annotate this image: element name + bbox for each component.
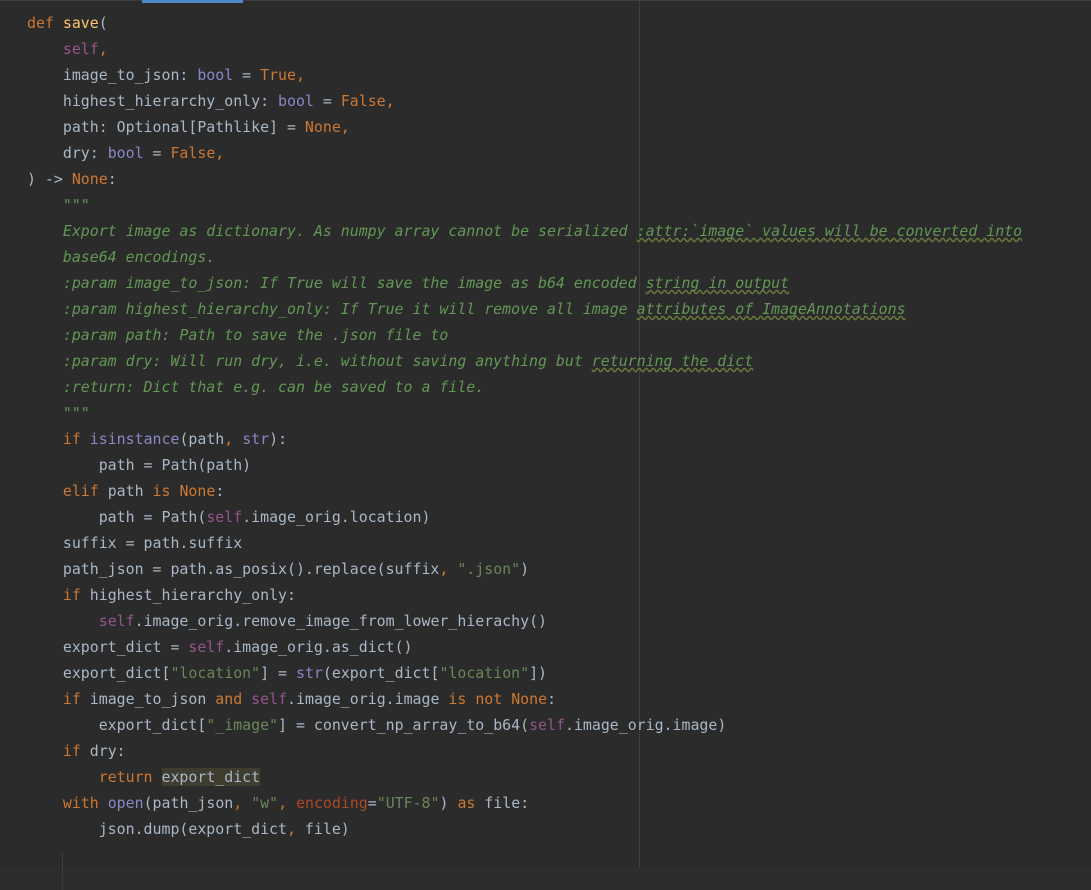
code-line: if isinstance(path, str):: [62, 430, 288, 448]
right-margin-guide: [639, 0, 640, 890]
code-line: self.image_orig.remove_image_from_lower_…: [98, 612, 547, 630]
code-line: return export_dict: [98, 768, 261, 786]
code-line: image_to_json: bool = True,: [27, 66, 305, 84]
code-line: with open(path_json, "w", encoding="UTF-…: [62, 794, 530, 812]
code-line: path = Path(path): [27, 456, 252, 474]
code-line: Export image as dictionary. As numpy arr…: [27, 222, 1023, 240]
code-editor[interactable]: def save( self, image_to_json: bool = Tr…: [0, 0, 1091, 890]
code-line: elif path is None:: [62, 482, 225, 500]
code-line: path_json = path.as_posix().replace(suff…: [27, 560, 530, 578]
code-line: :param path: Path to save the .json file…: [27, 326, 449, 344]
code-line: json.dump(export_dict, file): [27, 820, 350, 838]
code-line: if dry:: [62, 742, 126, 760]
code-line: export_dict["location"] = str(export_dic…: [27, 664, 548, 682]
code-line: path = Path(self.image_orig.location): [27, 508, 431, 526]
code-line: export_dict["_image"] = convert_np_array…: [27, 716, 727, 734]
code-line: if highest_hierarchy_only:: [62, 586, 296, 604]
code-line: ) -> None:: [27, 170, 117, 188]
code-line: self,: [62, 40, 108, 58]
code-line: suffix = path.suffix: [27, 534, 243, 552]
code-line: """: [27, 404, 90, 422]
code-line: base64 encodings.: [27, 248, 216, 266]
code-line: :param highest_hierarchy_only: If True i…: [27, 300, 906, 318]
code-line: dry: bool = False,: [27, 144, 225, 162]
code-line: highest_hierarchy_only: bool = False,: [27, 92, 395, 110]
code-line: path: Optional[Pathlike] = None,: [27, 118, 350, 136]
code-line: if image_to_json and self.image_orig.ima…: [62, 690, 557, 708]
code-line: def save(: [27, 14, 108, 32]
active-tab-indicator: [142, 0, 243, 3]
code-line: :param image_to_json: If True will save …: [27, 274, 790, 292]
code-line: export_dict = self.image_orig.as_dict(): [27, 638, 413, 656]
code-line: """: [27, 196, 90, 214]
indent-guide: [62, 852, 63, 890]
code-line: :param dry: Will run dry, i.e. without s…: [27, 352, 754, 370]
editor-bottom-area: [0, 867, 1091, 890]
code-line: :return: Dict that e.g. can be saved to …: [27, 378, 485, 396]
